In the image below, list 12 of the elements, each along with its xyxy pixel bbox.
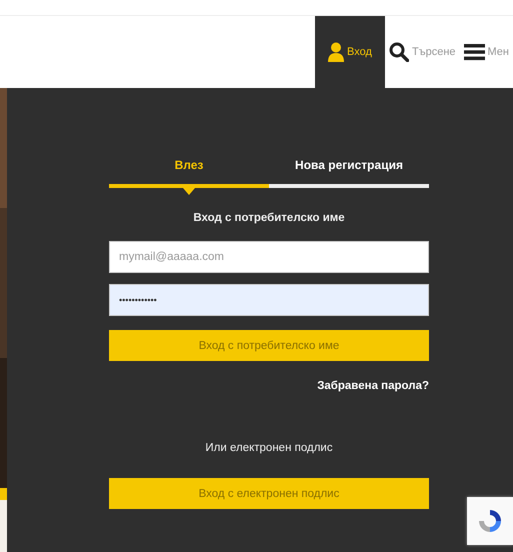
tab[interactable]: Нова регистрация: [269, 154, 429, 184]
tab[interactable]: Влез: [109, 154, 269, 184]
search-icon: [388, 42, 409, 62]
email-field[interactable]: mymail@aaaaa.com: [109, 241, 429, 273]
forgot-password-link[interactable]: Забравена парола?: [317, 380, 429, 392]
alt-heading: Или електронен подлис: [204, 442, 334, 454]
password-field[interactable]: ••••••••••••: [109, 284, 429, 316]
form-heading: Вход с потребителско име: [192, 212, 346, 224]
nav-item[interactable]: Вход: [314, 16, 385, 88]
recaptcha-icon: [477, 508, 503, 534]
user-icon: [328, 42, 344, 62]
menu-icon: [464, 43, 485, 61]
